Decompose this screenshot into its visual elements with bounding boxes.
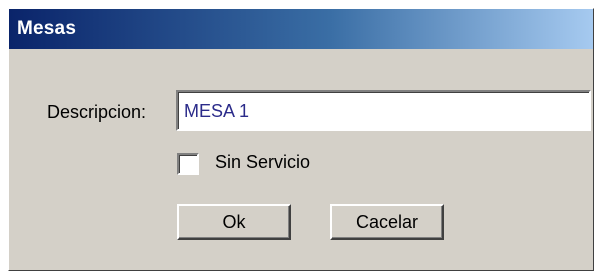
ok-button-label: Ok [222, 211, 246, 232]
descripcion-label: Descripcion: [47, 102, 147, 122]
mesas-dialog: Mesas Descripcion: MESA 1 Sin Servicio O… [8, 8, 594, 271]
sin-servicio-checkbox[interactable] [177, 153, 199, 175]
descripcion-input-value: MESA 1 [184, 101, 250, 121]
window-title: Mesas [17, 18, 77, 39]
sin-servicio-label[interactable]: Sin Servicio [215, 152, 310, 173]
title-bar[interactable]: Mesas [9, 9, 593, 49]
cancel-button[interactable]: Cacelar [330, 204, 444, 240]
descripcion-input[interactable]: MESA 1 [176, 90, 591, 131]
cancel-button-label: Cacelar [355, 211, 419, 232]
ok-button[interactable]: Ok [177, 204, 291, 240]
